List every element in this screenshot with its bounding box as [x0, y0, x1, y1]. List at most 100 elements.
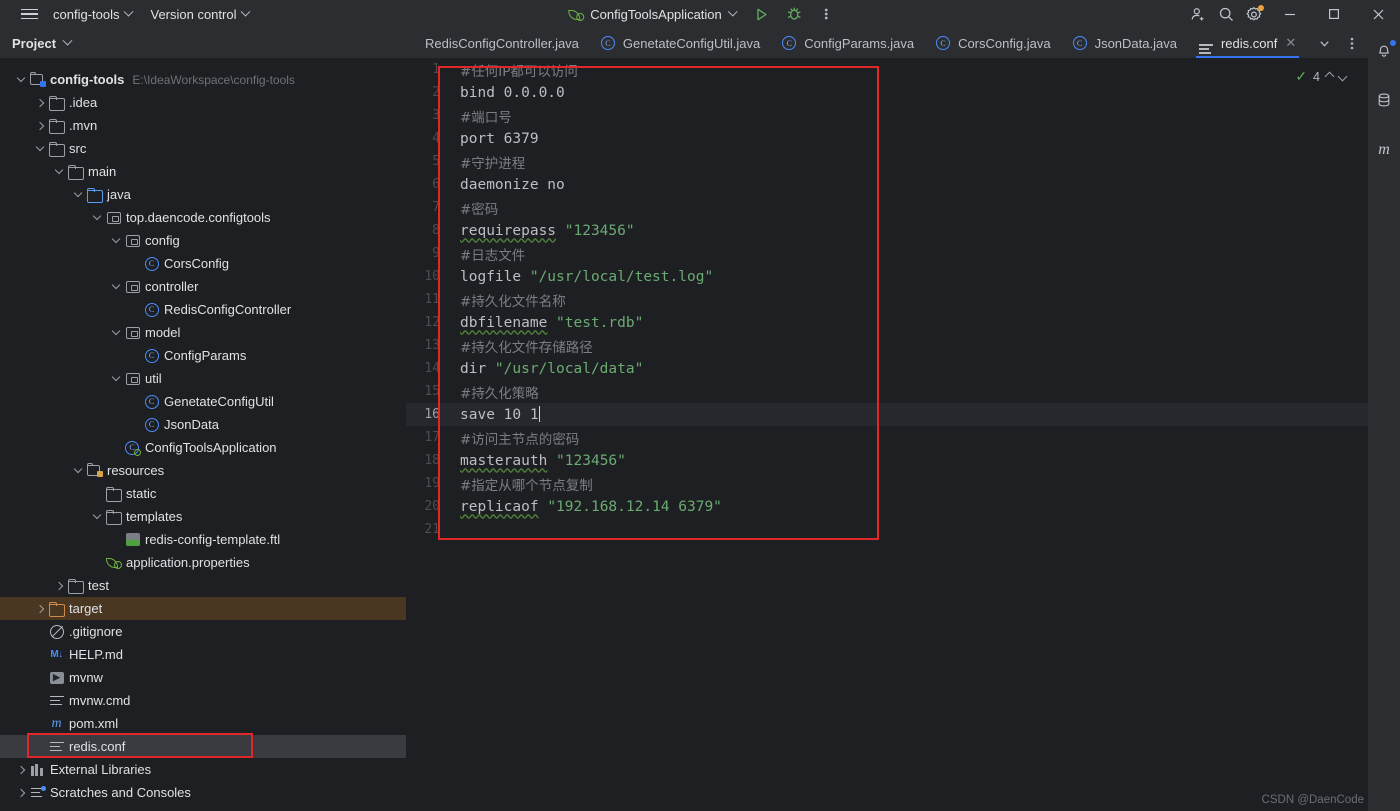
chevron-right-icon[interactable]	[33, 91, 47, 114]
tree-item-application-properties[interactable]: application.properties	[0, 551, 406, 574]
code-line[interactable]: 11 #持久化文件名称	[406, 288, 1368, 311]
project-name-menu[interactable]: config-tools	[44, 0, 141, 28]
chevron-down-icon[interactable]	[1337, 71, 1348, 82]
chevron-down-icon[interactable]	[14, 68, 28, 91]
tree-item-genetateconfigutil[interactable]: C GenetateConfigUtil	[0, 390, 406, 413]
chevron-down-icon[interactable]	[62, 35, 73, 46]
tree-item-redis-conf[interactable]: redis.conf	[0, 735, 406, 758]
code-content[interactable]: 1 #任何IP都可以访问 2 bind 0.0.0.0 3 #端口号 4 port 6379 5…	[406, 58, 1368, 811]
editor-tab-jsondata-java[interactable]: C JsonData.java	[1062, 28, 1188, 58]
chevron-right-icon[interactable]	[33, 597, 47, 620]
tree-item-config-tools[interactable]: config-tools E:\IdeaWorkspace\config-tool…	[0, 68, 406, 91]
tree-item-target[interactable]: target	[0, 597, 406, 620]
chevron-down-icon[interactable]	[109, 229, 123, 252]
tree-item-corsconfig[interactable]: C CorsConfig	[0, 252, 406, 275]
tree-item-src[interactable]: src	[0, 137, 406, 160]
tree-item-model[interactable]: model	[0, 321, 406, 344]
tree-item-config[interactable]: config	[0, 229, 406, 252]
inspection-widget[interactable]: ✓ 4	[1295, 68, 1348, 85]
code-line[interactable]: 7 #密码	[406, 196, 1368, 219]
editor-tab-redis-conf[interactable]: redis.conf ✕	[1187, 28, 1308, 58]
tree-item-idea[interactable]: .idea	[0, 91, 406, 114]
minimize-button[interactable]	[1268, 0, 1312, 28]
tree-item-top-daencode-configtools[interactable]: top.daencode.configtools	[0, 206, 406, 229]
editor-tab-bar[interactable]: CRedisConfigController.javaCGenetateConf…	[406, 28, 1368, 58]
code-line[interactable]: 14 dir "/usr/local/data"	[406, 357, 1368, 380]
code-editor[interactable]: 1 #任何IP都可以访问 2 bind 0.0.0.0 3 #端口号 4 port 6379 5…	[406, 58, 1368, 811]
run-configuration-selector[interactable]: ConfigToolsApplication	[560, 2, 744, 26]
code-line[interactable]: 16 save 10 1	[406, 403, 1368, 426]
code-line[interactable]: 5 #守护进程	[406, 150, 1368, 173]
tree-item-mvnw[interactable]: ▶ mvnw	[0, 666, 406, 689]
editor-tab-genetateconfigutil-java[interactable]: C GenetateConfigUtil.java	[590, 28, 771, 58]
code-line[interactable]: 3 #端口号	[406, 104, 1368, 127]
tree-item-test[interactable]: test	[0, 574, 406, 597]
editor-tab-corsconfig-java[interactable]: C CorsConfig.java	[925, 28, 1062, 58]
chevron-up-icon[interactable]	[1324, 71, 1335, 82]
tree-item-scratches-and-consoles[interactable]: Scratches and Consoles	[0, 781, 406, 804]
code-line[interactable]: 8 requirepass "123456"	[406, 219, 1368, 242]
tree-item-external-libraries[interactable]: External Libraries	[0, 758, 406, 781]
chevron-down-icon[interactable]	[71, 183, 85, 206]
tree-item-pom-xml[interactable]: m pom.xml	[0, 712, 406, 735]
search-icon[interactable]	[1212, 1, 1240, 27]
code-line[interactable]: 9 #日志文件	[406, 242, 1368, 265]
chevron-down-icon[interactable]	[90, 505, 104, 528]
chevron-right-icon[interactable]	[33, 114, 47, 137]
tab-close-icon[interactable]: ✕	[1285, 35, 1296, 51]
version-control-menu[interactable]: Version control	[141, 0, 258, 28]
code-line[interactable]: 18 masterauth "123456"	[406, 449, 1368, 472]
code-line[interactable]: 2 bind 0.0.0.0	[406, 81, 1368, 104]
more-actions-button[interactable]	[812, 1, 840, 27]
tree-item-redis-config-template-ftl[interactable]: redis-config-template.ftl	[0, 528, 406, 551]
project-tree[interactable]: config-tools E:\IdeaWorkspace\config-tool…	[0, 58, 406, 811]
tree-item-java[interactable]: java	[0, 183, 406, 206]
tree-item-static[interactable]: static	[0, 482, 406, 505]
code-line[interactable]: 1 #任何IP都可以访问	[406, 58, 1368, 81]
chevron-down-icon[interactable]	[90, 206, 104, 229]
hamburger-menu-icon[interactable]	[14, 0, 44, 28]
tab-list-chevron-down-icon[interactable]	[1310, 30, 1338, 56]
code-line[interactable]: 17 #访问主节点的密码	[406, 426, 1368, 449]
chevron-down-icon[interactable]	[109, 367, 123, 390]
close-button[interactable]	[1356, 0, 1400, 28]
tree-item-util[interactable]: util	[0, 367, 406, 390]
chevron-down-icon[interactable]	[71, 459, 85, 482]
tree-item-mvn[interactable]: .mvn	[0, 114, 406, 137]
chevron-down-icon[interactable]	[33, 137, 47, 160]
maximize-button[interactable]	[1312, 0, 1356, 28]
chevron-down-icon[interactable]	[52, 160, 66, 183]
chevron-down-icon[interactable]	[109, 321, 123, 344]
code-line[interactable]: 6 daemonize no	[406, 173, 1368, 196]
tree-item-templates[interactable]: templates	[0, 505, 406, 528]
chevron-right-icon[interactable]	[52, 574, 66, 597]
tree-item-redisconfigcontroller[interactable]: C RedisConfigController	[0, 298, 406, 321]
tree-item-configtoolsapplication[interactable]: C ConfigToolsApplication	[0, 436, 406, 459]
code-line[interactable]: 21	[406, 518, 1368, 541]
code-line[interactable]: 12 dbfilename "test.rdb"	[406, 311, 1368, 334]
tree-item-resources[interactable]: resources	[0, 459, 406, 482]
settings-gear-icon[interactable]	[1240, 1, 1268, 27]
tab-more-vertical-icon[interactable]	[1338, 30, 1366, 56]
tree-item-controller[interactable]: controller	[0, 275, 406, 298]
editor-tab-redisconfigcontroller-java[interactable]: CRedisConfigController.java	[406, 28, 590, 58]
tree-item-configparams[interactable]: C ConfigParams	[0, 344, 406, 367]
editor-tab-configparams-java[interactable]: C ConfigParams.java	[771, 28, 925, 58]
account-add-icon[interactable]	[1184, 1, 1212, 27]
run-button[interactable]	[748, 1, 776, 27]
code-line[interactable]: 20 replicaof "192.168.12.14 6379"	[406, 495, 1368, 518]
tree-item-main[interactable]: main	[0, 160, 406, 183]
code-line[interactable]: 19 #指定从哪个节点复制	[406, 472, 1368, 495]
code-line[interactable]: 15 #持久化策略	[406, 380, 1368, 403]
tree-item-mvnw-cmd[interactable]: mvnw.cmd	[0, 689, 406, 712]
chevron-down-icon[interactable]	[109, 275, 123, 298]
tree-item-jsondata[interactable]: C JsonData	[0, 413, 406, 436]
maven-icon[interactable]: m	[1368, 136, 1400, 164]
notifications-bell-icon[interactable]	[1368, 36, 1400, 64]
tree-item-help-md[interactable]: M↓ HELP.md	[0, 643, 406, 666]
database-icon[interactable]	[1368, 86, 1400, 114]
chevron-right-icon[interactable]	[14, 758, 28, 781]
code-line[interactable]: 10 logfile "/usr/local/test.log"	[406, 265, 1368, 288]
code-line[interactable]: 13 #持久化文件存储路径	[406, 334, 1368, 357]
chevron-right-icon[interactable]	[14, 781, 28, 804]
